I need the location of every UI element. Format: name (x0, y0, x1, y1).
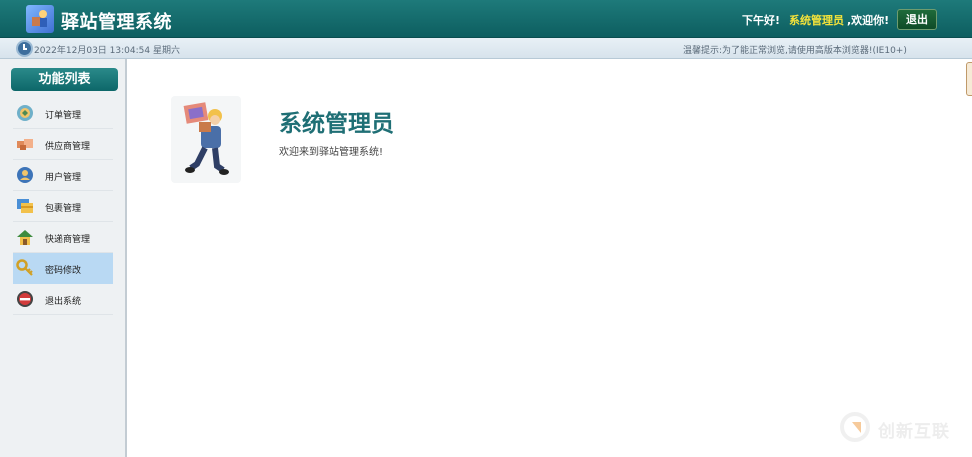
sidebar-item-logout[interactable]: 退出系统 (13, 284, 113, 315)
key-icon (16, 259, 33, 276)
sidebar-item-label: 包裹管理 (45, 204, 82, 214)
watermark-text: 创新互联 (878, 422, 950, 442)
package-icon (17, 199, 33, 213)
sidebar-item-label: 快递商管理 (45, 235, 91, 245)
greeting-text: 下午好! (742, 14, 781, 27)
datetime-display: 2022年12月03日 13:04:54 星期六 (34, 46, 180, 56)
admin-name-heading: 系统管理员 (279, 111, 394, 137)
logout-button[interactable]: 退出 (897, 9, 937, 30)
sidebar: 功能列表 订单管理 供应商管理 用户管理 包裹管理 快递商管理 密码修改 退出系… (0, 59, 127, 457)
sidebar-item-label: 密码修改 (45, 266, 82, 276)
app-title: 驿站管理系统 (61, 12, 172, 33)
sidebar-item-password[interactable]: 密码修改 (13, 253, 113, 284)
welcome-text: ,欢迎你! (847, 14, 890, 27)
welcome-message: 欢迎来到驿站管理系统! (279, 147, 384, 158)
courier-avatar (171, 96, 241, 183)
sidebar-item-packages[interactable]: 包裹管理 (13, 191, 113, 222)
user-icon (17, 167, 33, 183)
sidebar-item-orders[interactable]: 订单管理 (13, 98, 113, 129)
sidebar-item-label: 退出系统 (45, 297, 82, 307)
main-content: 系统管理员 欢迎来到驿站管理系统! (129, 59, 972, 457)
sidebar-item-label: 用户管理 (45, 173, 82, 183)
sidebar-item-label: 供应商管理 (45, 142, 91, 152)
sidebar-menu: 订单管理 供应商管理 用户管理 包裹管理 快递商管理 密码修改 退出系统 (13, 98, 113, 315)
supplier-icon (17, 139, 33, 150)
app-logo-icon (26, 5, 54, 33)
sidebar-title: 功能列表 (11, 68, 118, 91)
sidebar-item-users[interactable]: 用户管理 (13, 160, 113, 191)
sidebar-item-label: 订单管理 (45, 111, 82, 121)
status-bar: 2022年12月03日 13:04:54 星期六 温馨提示:为了能正常浏览,请使… (0, 38, 972, 59)
watermark: 创新互联 (834, 408, 964, 448)
header-bar: 驿站管理系统 下午好! 系统管理员 ,欢迎你! 退出 (0, 0, 972, 38)
watermark-logo-icon (840, 412, 870, 442)
exit-icon (17, 291, 33, 307)
user-role: 系统管理员 (789, 14, 844, 27)
sidebar-item-suppliers[interactable]: 供应商管理 (13, 129, 113, 160)
home-icon (17, 230, 33, 245)
side-tab-handle[interactable] (966, 62, 972, 96)
order-icon (17, 105, 33, 121)
browser-tip: 温馨提示:为了能正常浏览,请使用高版本浏览器!(IE10+) (683, 46, 907, 56)
sidebar-item-couriers[interactable]: 快递商管理 (13, 222, 113, 253)
clock-icon (16, 40, 33, 57)
